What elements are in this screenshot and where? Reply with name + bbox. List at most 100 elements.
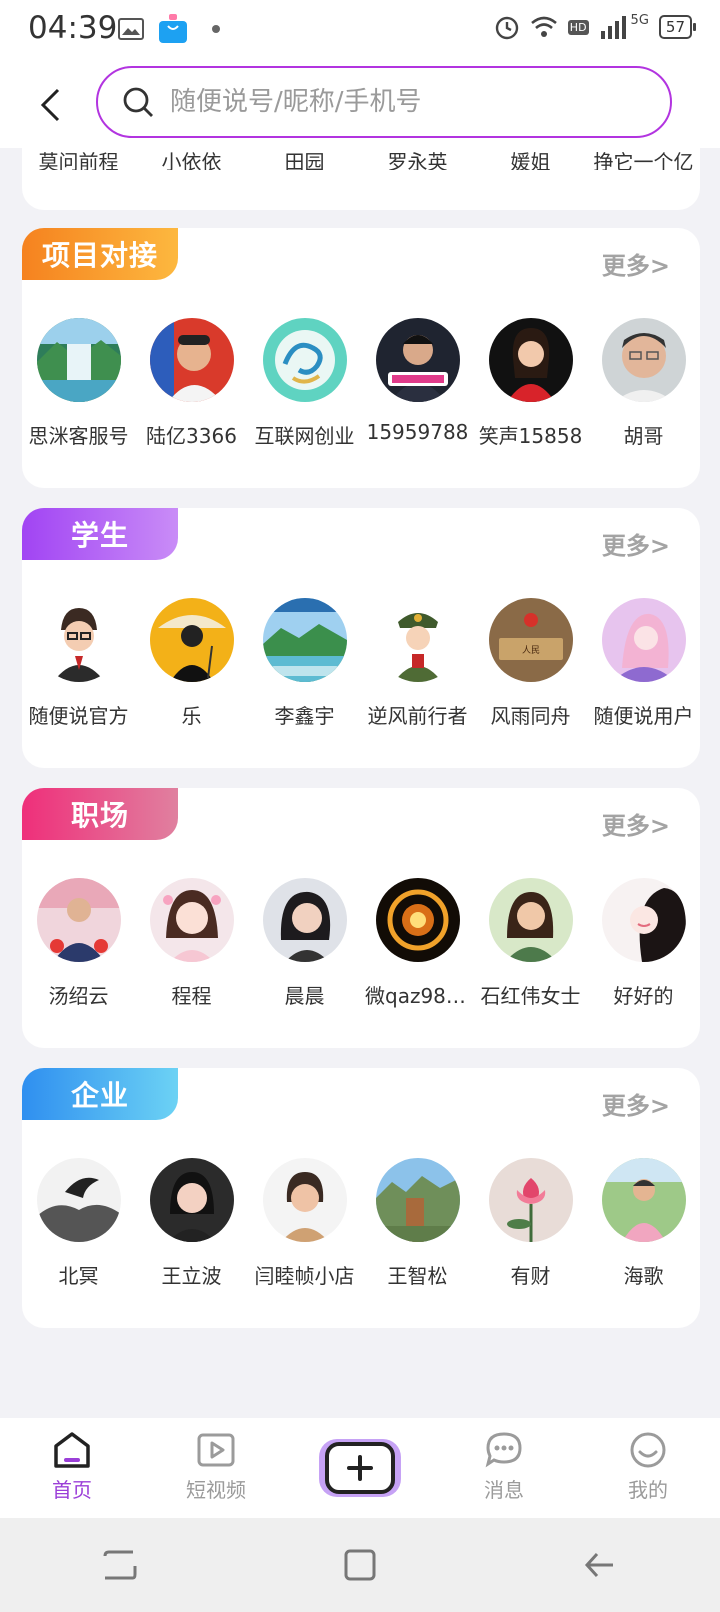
- user-avatar: [149, 1158, 234, 1242]
- user-avatar: [262, 598, 347, 682]
- nav-messages-label: 消息: [484, 1478, 524, 1502]
- user-item[interactable]: 北冥: [22, 1158, 135, 1289]
- back-arrow-icon: [40, 88, 60, 122]
- signal-icon: [600, 16, 626, 39]
- user-name: 乐: [181, 704, 202, 728]
- user-item[interactable]: 笑声15858: [474, 318, 587, 449]
- user-name: 思洣客服号: [28, 424, 129, 448]
- user-name: 15959788: [366, 420, 469, 444]
- home-square-icon: [344, 1549, 376, 1581]
- more-link[interactable]: 更多>: [602, 806, 670, 841]
- user-avatar: [36, 878, 121, 962]
- user-avatar: [375, 598, 460, 682]
- user-name[interactable]: 小依依: [135, 146, 248, 170]
- nav-publish[interactable]: [288, 1418, 432, 1518]
- shopping-bag-icon: [159, 14, 187, 43]
- user-name: 李鑫宇: [274, 704, 335, 728]
- recent-apps-button[interactable]: [90, 1535, 150, 1595]
- user-item[interactable]: 随便说官方: [22, 598, 135, 729]
- user-avatar: [375, 318, 460, 402]
- user-avatar: [36, 318, 121, 402]
- nav-me[interactable]: 我的: [576, 1418, 720, 1518]
- user-item[interactable]: 王智松: [361, 1158, 474, 1289]
- user-name: 王智松: [387, 1264, 448, 1288]
- user-item[interactable]: 石红伟女士: [474, 878, 587, 1009]
- recent-apps-icon: [103, 1550, 137, 1580]
- user-item[interactable]: 思洣客服号: [22, 318, 135, 449]
- nav-short-video[interactable]: 短视频: [144, 1418, 288, 1518]
- user-item[interactable]: 好好的: [587, 878, 700, 1009]
- user-item[interactable]: 汤绍云: [22, 878, 135, 1009]
- user-name: 程程: [171, 984, 212, 1008]
- status-time: 04:39: [28, 10, 118, 46]
- user-item[interactable]: 李鑫宇: [248, 598, 361, 729]
- user-name[interactable]: 莫问前程: [22, 146, 135, 170]
- user-item[interactable]: 晨晨: [248, 878, 361, 1009]
- user-name: 风雨同舟: [490, 704, 571, 728]
- user-name: 闫睦帧小店: [254, 1264, 355, 1288]
- search-icon: [122, 86, 154, 118]
- search-input[interactable]: [168, 86, 632, 118]
- user-avatar: 人民: [488, 598, 573, 682]
- user-name: 逆风前行者: [367, 704, 468, 728]
- home-system-button[interactable]: [330, 1535, 390, 1595]
- status-bar: 04:39 HD 5G 57: [0, 0, 720, 62]
- user-item[interactable]: 人民 风雨同舟: [474, 598, 587, 729]
- user-name[interactable]: 挣它一个亿: [587, 146, 700, 170]
- user-name: 汤绍云: [48, 984, 109, 1008]
- plus-icon: [347, 1455, 373, 1481]
- user-name[interactable]: 媛姐: [474, 146, 587, 170]
- smiley-icon: [630, 1432, 666, 1468]
- user-name: 陆亿3366: [146, 424, 237, 448]
- user-name: 胡哥: [623, 424, 664, 448]
- user-name: 海歌: [623, 1264, 664, 1288]
- wifi-icon: [530, 16, 557, 37]
- user-item[interactable]: 胡哥: [587, 318, 700, 449]
- user-item[interactable]: 逆风前行者: [361, 598, 474, 729]
- chat-bubble-icon: [485, 1432, 522, 1468]
- user-avatar: [375, 1158, 460, 1242]
- user-avatar: [36, 598, 121, 682]
- nav-home-label: 首页: [52, 1478, 92, 1502]
- user-item[interactable]: 随便说用户: [587, 598, 700, 729]
- user-avatar: [149, 318, 234, 402]
- user-name[interactable]: 田园: [248, 146, 361, 170]
- notification-dot-icon: [212, 25, 220, 33]
- user-avatar: [262, 1158, 347, 1242]
- user-avatar: [601, 1158, 686, 1242]
- back-button[interactable]: [30, 80, 70, 130]
- more-link[interactable]: 更多>: [602, 1086, 670, 1121]
- search-header: [0, 62, 720, 148]
- user-item[interactable]: 互联网创业: [248, 318, 361, 449]
- category-card-enterprise: 企业 更多> 北冥 王立波 闫睦帧小店 王智松 有财 海歌: [22, 1068, 700, 1328]
- user-item[interactable]: 15959788: [361, 318, 474, 449]
- user-name: 笑声15858: [478, 424, 583, 448]
- user-avatar: [601, 318, 686, 402]
- user-item[interactable]: 程程: [135, 878, 248, 1009]
- bottom-nav: 首页 短视频 消息 我的: [0, 1418, 720, 1518]
- svg-text:人民: 人民: [521, 645, 539, 656]
- battery-indicator: 57: [658, 15, 697, 39]
- user-item[interactable]: 乐: [135, 598, 248, 729]
- user-item[interactable]: 海歌: [587, 1158, 700, 1289]
- nav-home[interactable]: 首页: [0, 1418, 144, 1518]
- user-item[interactable]: 闫睦帧小店: [248, 1158, 361, 1289]
- search-bar[interactable]: [96, 66, 672, 138]
- network-type: 5G: [630, 12, 649, 28]
- category-tag: 学生: [22, 508, 178, 560]
- user-item[interactable]: 有财: [474, 1158, 587, 1289]
- more-link[interactable]: 更多>: [602, 526, 670, 561]
- user-item[interactable]: 王立波: [135, 1158, 248, 1289]
- user-item[interactable]: 陆亿3366: [135, 318, 248, 449]
- user-item[interactable]: 微qaz9876: [361, 878, 474, 1009]
- more-link[interactable]: 更多>: [602, 246, 670, 281]
- status-right-icons: HD 5G 57: [494, 12, 697, 40]
- user-avatar: [375, 878, 460, 962]
- category-card-project: 项目对接 更多> 思洣客服号 陆亿3366 互联网创业 15959788 笑声1…: [22, 228, 700, 488]
- user-name: 好好的: [613, 984, 674, 1008]
- nav-messages[interactable]: 消息: [432, 1418, 576, 1518]
- back-system-button[interactable]: [570, 1535, 630, 1595]
- user-avatar: [601, 878, 686, 962]
- publish-button[interactable]: [319, 1439, 401, 1497]
- user-name[interactable]: 罗永英: [361, 146, 474, 170]
